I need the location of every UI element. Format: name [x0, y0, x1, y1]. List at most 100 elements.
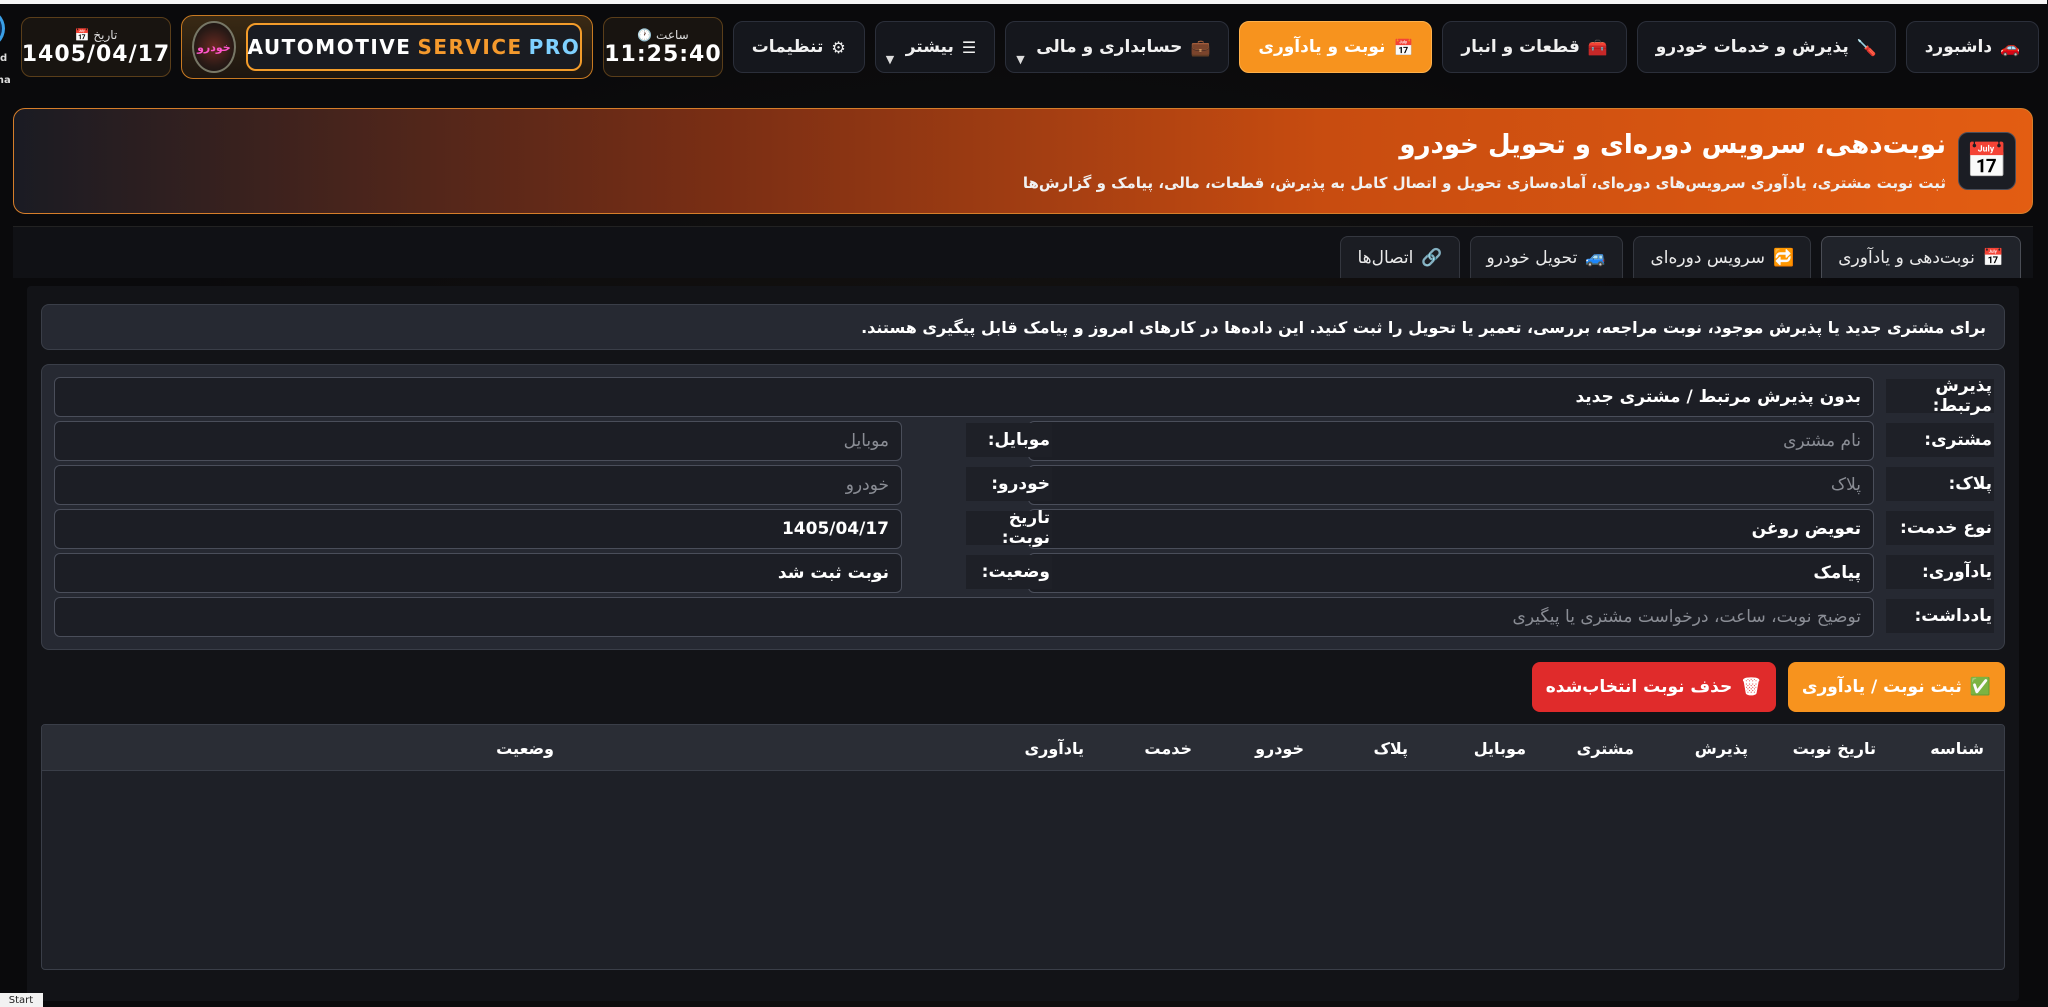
save-appointment-label: ثبت نوبت / یادآوری [1802, 677, 1963, 697]
customer-label: مشتری: [1887, 423, 1995, 457]
chevron-down-icon: ▼ [1017, 53, 1026, 66]
charisma-caption: Powered by Charisma [0, 53, 12, 86]
reception-label: پذیرش مرتبط: [1887, 376, 1995, 416]
col-reception[interactable]: پذیرش [1696, 725, 1749, 771]
col-car[interactable]: خودرو [1256, 725, 1305, 771]
action-buttons: ✅ ثبت نوبت / یادآوری 🗑 حذف نوبت انتخاب‌ش… [1532, 662, 2006, 712]
clock-value: 11:25:40 [605, 41, 723, 67]
nav-more-label: بیشتر [906, 37, 955, 57]
tab-appointments[interactable]: 📅 نوبت‌دهی و یادآوری [1822, 236, 2022, 278]
form-row-customer: مشتری: موبایل: [55, 421, 1995, 461]
calendar-icon: 📅 [1959, 132, 2017, 190]
tab-appointments-label: نوبت‌دهی و یادآوری [1839, 247, 1976, 268]
plate-input[interactable] [1029, 465, 1875, 505]
clock-widget: ساعت 🕐 11:25:40 [604, 17, 724, 77]
nav-more[interactable]: ☰ بیشتر ▼ [875, 21, 997, 73]
calendar-icon: 📅 [1394, 37, 1415, 57]
col-reminder[interactable]: یادآوری [1025, 725, 1085, 771]
brand-banner: خودرو AUTOMOTIVE SERVICE PRO [182, 15, 595, 79]
reminder-select[interactable] [1029, 553, 1875, 593]
table-header: شناسه تاریخ نوبت پذیرش مشتری موبایل پلاک… [43, 725, 2005, 771]
tab-connections[interactable]: 🔗 اتصال‌ها [1341, 236, 1461, 278]
date-caption: تاریخ 📅 [76, 28, 119, 42]
page-header-text: نوبت‌دهی، سرویس دوره‌ای و تحویل خودرو ثب… [1024, 130, 1947, 192]
nav-appointments[interactable]: 📅 نوبت و یادآوری [1240, 21, 1434, 73]
charisma-branding: Powered by Charisma [0, 8, 12, 86]
nav-dashboard[interactable]: 🚗 داشبورد [1906, 21, 2040, 73]
link-icon: 🔗 [1422, 247, 1444, 268]
service-type-label: نوع خدمت: [1887, 511, 1995, 545]
delete-appointment-button[interactable]: 🗑 حذف نوبت انتخاب‌شده [1532, 662, 1777, 712]
tab-periodic-service[interactable]: 🔁 سرویس دوره‌ای [1634, 236, 1813, 278]
col-appointment-date[interactable]: تاریخ نوبت [1794, 725, 1877, 771]
page-subtitle: ثبت نوبت مشتری، یادآوری سرویس‌های دوره‌ا… [1023, 174, 1947, 192]
date-caption-text: تاریخ [94, 27, 119, 42]
clock-icon: 🕐 [638, 27, 654, 42]
note-label: یادداشت: [1887, 599, 1995, 633]
clock-caption: ساعت 🕐 [638, 28, 689, 42]
nav-reception-label: پذیرش و خدمات خودرو [1656, 37, 1850, 57]
form-row-plate: پلاک: خودرو: [55, 465, 1995, 505]
nav-settings-label: تنظیمات [752, 37, 825, 57]
col-plate[interactable]: پلاک [1374, 725, 1409, 771]
note-input[interactable] [55, 597, 1875, 637]
delete-appointment-label: حذف نوبت انتخاب‌شده [1546, 677, 1734, 697]
reception-select[interactable] [55, 377, 1875, 417]
form-row-reception: پذیرش مرتبط: [55, 376, 1995, 417]
charisma-logo-icon [0, 8, 7, 49]
tab-bar: 📅 نوبت‌دهی و یادآوری 🔁 سرویس دوره‌ای 🚙 ت… [14, 226, 2034, 278]
col-id[interactable]: شناسه [1931, 725, 1985, 771]
form-row-service: نوع خدمت: تاریخ نوبت: [55, 508, 1995, 549]
page-title: نوبت‌دهی، سرویس دوره‌ای و تحویل خودرو [1400, 130, 1947, 160]
tab-connections-label: اتصال‌ها [1358, 247, 1415, 268]
car-icon: 🚙 [1586, 247, 1608, 268]
col-status[interactable]: وضعیت [497, 725, 555, 771]
briefcase-icon: 💼 [1191, 37, 1212, 57]
gear-icon: ⚙ [832, 37, 847, 57]
brand-title-part2: SERVICE [418, 35, 524, 59]
status-select[interactable] [55, 553, 903, 593]
appointment-date-label: تاریخ نوبت: [967, 508, 1053, 548]
tab-vehicle-delivery[interactable]: 🚙 تحویل خودرو [1470, 236, 1625, 278]
nav-accounting[interactable]: 💼 حسابداری و مالی ▼ [1006, 21, 1231, 73]
service-type-select[interactable] [1029, 509, 1875, 549]
col-mobile[interactable]: موبایل [1475, 725, 1527, 771]
brand-logo-icon: خودرو [193, 21, 237, 73]
nav-parts[interactable]: 🧰 قطعات و انبار [1443, 21, 1628, 73]
top-navigation-bar: 🚗 داشبورد 🪛 پذیرش و خدمات خودرو 🧰 قطعات … [0, 8, 2040, 86]
mobile-input[interactable] [55, 421, 903, 461]
nav-accounting-label: حسابداری و مالی [1037, 37, 1184, 57]
status-label: وضعیت: [967, 555, 1053, 589]
car-input[interactable] [55, 465, 903, 505]
toolbox-icon: 🧰 [1588, 37, 1609, 57]
tab-periodic-service-label: سرویس دوره‌ای [1651, 247, 1767, 268]
window-top-strip [0, 0, 2048, 4]
car-label: خودرو: [967, 467, 1053, 501]
menu-icon: ☰ [962, 37, 978, 57]
appointment-date-input[interactable] [55, 509, 903, 549]
date-value: 1405/04/17 [22, 41, 172, 67]
col-service[interactable]: خدمت [1145, 725, 1193, 771]
chevron-down-icon: ▼ [886, 53, 896, 66]
customer-name-input[interactable] [1029, 421, 1875, 461]
nav-reception[interactable]: 🪛 پذیرش و خدمات خودرو [1637, 21, 1897, 73]
appointments-table: شناسه تاریخ نوبت پذیرش مشتری موبایل پلاک… [42, 724, 2006, 970]
form-row-reminder: یادآوری: وضعیت: [55, 553, 1995, 593]
form-row-note: یادداشت: [55, 597, 1995, 637]
trash-icon: 🗑 [1741, 677, 1763, 697]
nav-settings[interactable]: ⚙ تنظیمات [733, 21, 866, 73]
car-icon: 🚗 [2001, 37, 2021, 57]
clock-caption-text: ساعت [657, 27, 690, 42]
brand-title-part3: PRO [529, 35, 582, 59]
brand-title: AUTOMOTIVE SERVICE PRO [246, 23, 584, 71]
calendar-icon: 📅 [1983, 247, 2005, 268]
date-widget: تاریخ 📅 1405/04/17 [21, 17, 173, 77]
page-header-banner: 📅 نوبت‌دهی، سرویس دوره‌ای و تحویل خودرو … [14, 108, 2034, 214]
info-message: برای مشتری جدید یا پذیرش موجود، نوبت مرا… [42, 304, 2006, 350]
tab-vehicle-delivery-label: تحویل خودرو [1487, 247, 1579, 268]
save-appointment-button[interactable]: ✅ ثبت نوبت / یادآوری [1788, 662, 2006, 712]
plate-label: پلاک: [1887, 467, 1995, 501]
col-customer[interactable]: مشتری [1578, 725, 1635, 771]
start-button[interactable]: Start [0, 993, 44, 1007]
brand-title-part1: AUTOMOTIVE [248, 35, 413, 59]
